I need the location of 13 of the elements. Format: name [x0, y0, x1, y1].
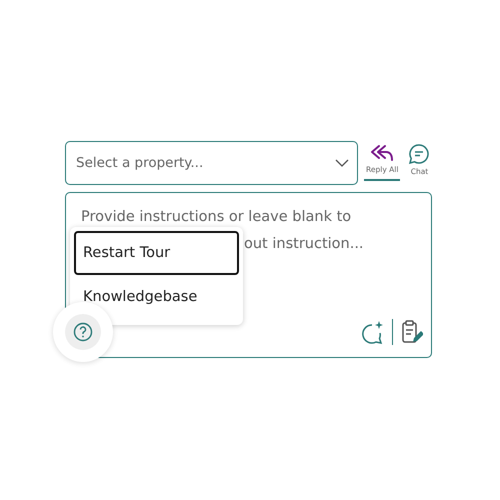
instructions-placeholder: out instruction... [244, 235, 364, 254]
sparkle-chat-icon[interactable] [360, 320, 384, 344]
help-button[interactable] [53, 302, 113, 362]
reply-all-icon [370, 144, 394, 162]
menu-item[interactable]: Knowledgebase [74, 275, 239, 319]
chevron-down-icon [335, 159, 349, 167]
instructions-placeholder: Provide instructions or leave blank to [81, 208, 352, 227]
help-icon [73, 322, 93, 342]
clipboard-pencil-icon[interactable] [401, 320, 423, 344]
property-select[interactable]: Select a property... [65, 141, 358, 185]
menu-item[interactable]: Restart Tour [74, 231, 239, 275]
select-placeholder: Select a property... [76, 155, 204, 171]
chat-icon [408, 144, 430, 164]
